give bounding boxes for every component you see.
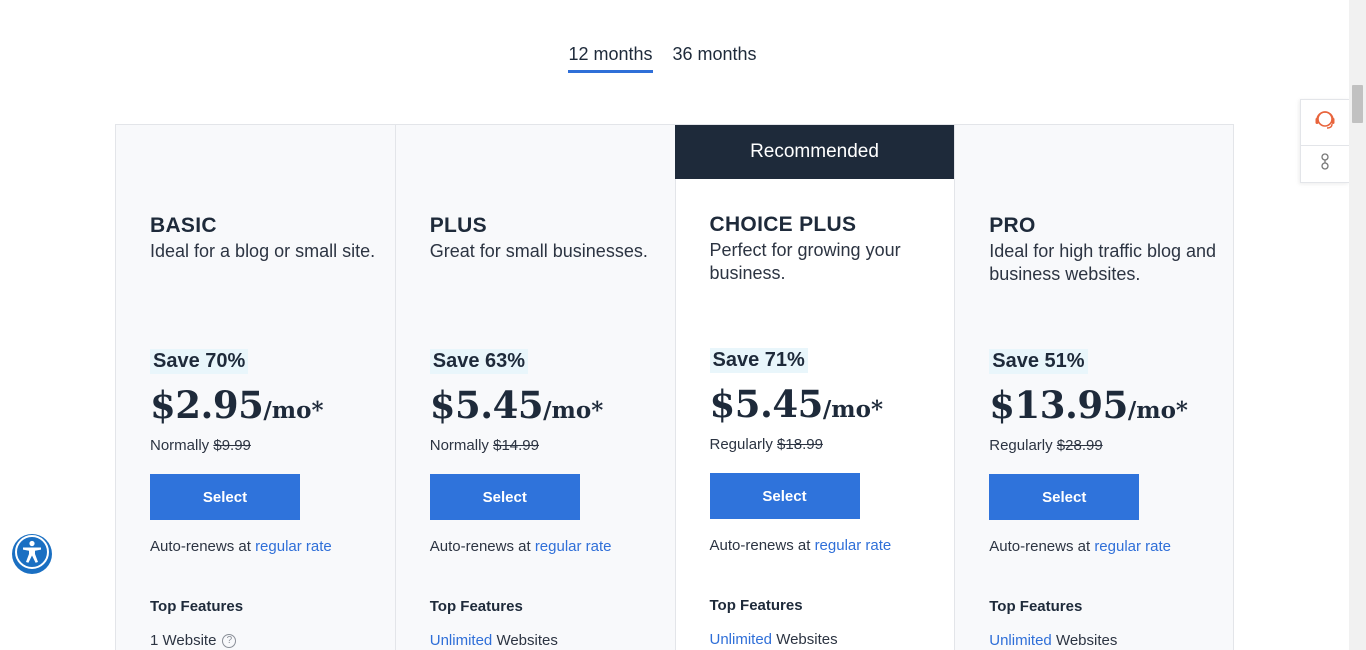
price-period: /mo* [543, 397, 604, 424]
feature-text: Unlimited Websites [710, 631, 838, 648]
auto-renew-note: Auto-renews at regular rate [430, 538, 612, 555]
plan-price: $5.45/mo* [710, 382, 883, 426]
plan-name: PRO [989, 214, 1036, 237]
plan-card-pro: PRO Ideal for high traffic blog and busi… [954, 124, 1234, 650]
normal-price-label: Regularly [709, 436, 773, 453]
pricing-plans: BASIC Ideal for a blog or small site. Sa… [115, 124, 1234, 650]
normal-price: Regularly $28.99 [989, 437, 1102, 454]
feature-text: Unlimited Websites [430, 632, 558, 649]
regular-rate-link[interactable]: regular rate [1094, 538, 1171, 555]
plan-card-plus: PLUS Great for small businesses. Save 63… [394, 124, 675, 650]
price-amount: $13.95 [989, 383, 1128, 427]
normal-price: Normally $14.99 [430, 437, 539, 454]
auto-renew-note: Auto-renews at regular rate [710, 537, 892, 554]
accessibility-icon [14, 534, 50, 575]
regular-rate-link[interactable]: regular rate [255, 538, 332, 555]
tab-36-months[interactable]: 36 months [673, 44, 757, 73]
plan-price: $13.95/mo* [989, 383, 1188, 427]
top-features-heading: Top Features [429, 598, 523, 615]
normal-price-value: $28.99 [1056, 437, 1103, 454]
normal-price-label: Normally [150, 437, 210, 454]
normal-price-value: $9.99 [213, 437, 251, 454]
top-features-heading: Top Features [709, 597, 803, 614]
auto-renew-note: Auto-renews at regular rate [989, 538, 1171, 555]
accessibility-button[interactable] [12, 534, 52, 574]
normal-price-label: Regularly [989, 437, 1053, 454]
feature-suffix: Websites [492, 632, 558, 649]
page-scrollbar[interactable] [1349, 0, 1366, 650]
price-period: /mo* [1127, 397, 1188, 424]
auto-renew-text: Auto-renews at [150, 538, 256, 555]
save-badge: Save 70% [150, 349, 249, 374]
unlimited-link[interactable]: Unlimited [710, 631, 773, 648]
auto-renew-text: Auto-renews at [429, 538, 535, 555]
feature-websites: Unlimited Websites [430, 632, 558, 649]
plan-description: Perfect for growing your business. [709, 240, 901, 283]
help-circle-icon[interactable]: ? [222, 633, 237, 648]
select-pro-button[interactable]: Select [989, 474, 1140, 520]
normal-price: Normally $9.99 [150, 437, 251, 454]
feature-suffix: Websites [772, 631, 838, 648]
feature-websites: Unlimited Websites [710, 631, 838, 648]
price-amount: $5.45 [429, 383, 544, 427]
normal-price-label: Normally [429, 437, 489, 454]
auto-renew-text: Auto-renews at [989, 538, 1095, 555]
normal-price-value: $14.99 [493, 437, 539, 454]
scrollbar-thumb[interactable] [1352, 85, 1363, 123]
save-badge: Save 63% [429, 349, 529, 374]
plan-description: Great for small businesses. [429, 241, 648, 261]
save-badge: Save 51% [989, 349, 1088, 374]
unlimited-link[interactable]: Unlimited [430, 632, 493, 649]
top-features-heading: Top Features [989, 598, 1083, 615]
plan-description: Ideal for a blog or small site. [150, 241, 376, 261]
support-button[interactable] [1301, 100, 1349, 146]
plan-name: CHOICE PLUS [709, 213, 857, 236]
options-icon [1318, 152, 1332, 177]
feature-text: Unlimited Websites [989, 632, 1117, 649]
save-badge: Save 71% [709, 348, 808, 373]
billing-period-tabs: 12 months 36 months [0, 44, 1349, 73]
plan-name: BASIC [150, 214, 217, 237]
unlimited-link[interactable]: Unlimited [989, 632, 1052, 649]
auto-renew-note: Auto-renews at regular rate [150, 538, 332, 555]
select-plus-button[interactable]: Select [429, 474, 580, 520]
price-period: /mo* [822, 396, 883, 423]
feature-websites: Unlimited Websites [989, 632, 1117, 649]
recommended-ribbon: Recommended [674, 125, 955, 179]
plan-card-choice-plus: Recommended CHOICE PLUS Perfect for grow… [674, 124, 955, 650]
feature-text: 1 Website [150, 632, 217, 649]
auto-renew-text: Auto-renews at [709, 537, 815, 554]
price-amount: $5.45 [709, 382, 824, 426]
select-choice-plus-button[interactable]: Select [709, 473, 860, 519]
plan-price: $2.95/mo* [150, 383, 323, 427]
plan-name: PLUS [429, 214, 487, 237]
top-features-heading: Top Features [150, 598, 244, 615]
select-basic-button[interactable]: Select [150, 474, 300, 520]
regular-rate-link[interactable]: regular rate [815, 537, 892, 554]
plan-price: $5.45/mo* [430, 383, 603, 427]
regular-rate-link[interactable]: regular rate [535, 538, 612, 555]
normal-price-value: $18.99 [777, 436, 823, 453]
price-amount: $2.95 [150, 383, 264, 427]
options-button[interactable] [1301, 146, 1349, 183]
normal-price: Regularly $18.99 [710, 436, 823, 453]
price-period: /mo* [263, 397, 324, 424]
tab-12-months[interactable]: 12 months [568, 44, 653, 73]
feature-websites: 1 Website? [150, 632, 237, 649]
plan-card-basic: BASIC Ideal for a blog or small site. Sa… [115, 124, 395, 650]
support-widget [1300, 99, 1349, 183]
headset-icon [1312, 107, 1338, 138]
feature-suffix: Websites [1051, 632, 1118, 649]
plan-description: Ideal for high traffic blog and business… [989, 241, 1217, 284]
